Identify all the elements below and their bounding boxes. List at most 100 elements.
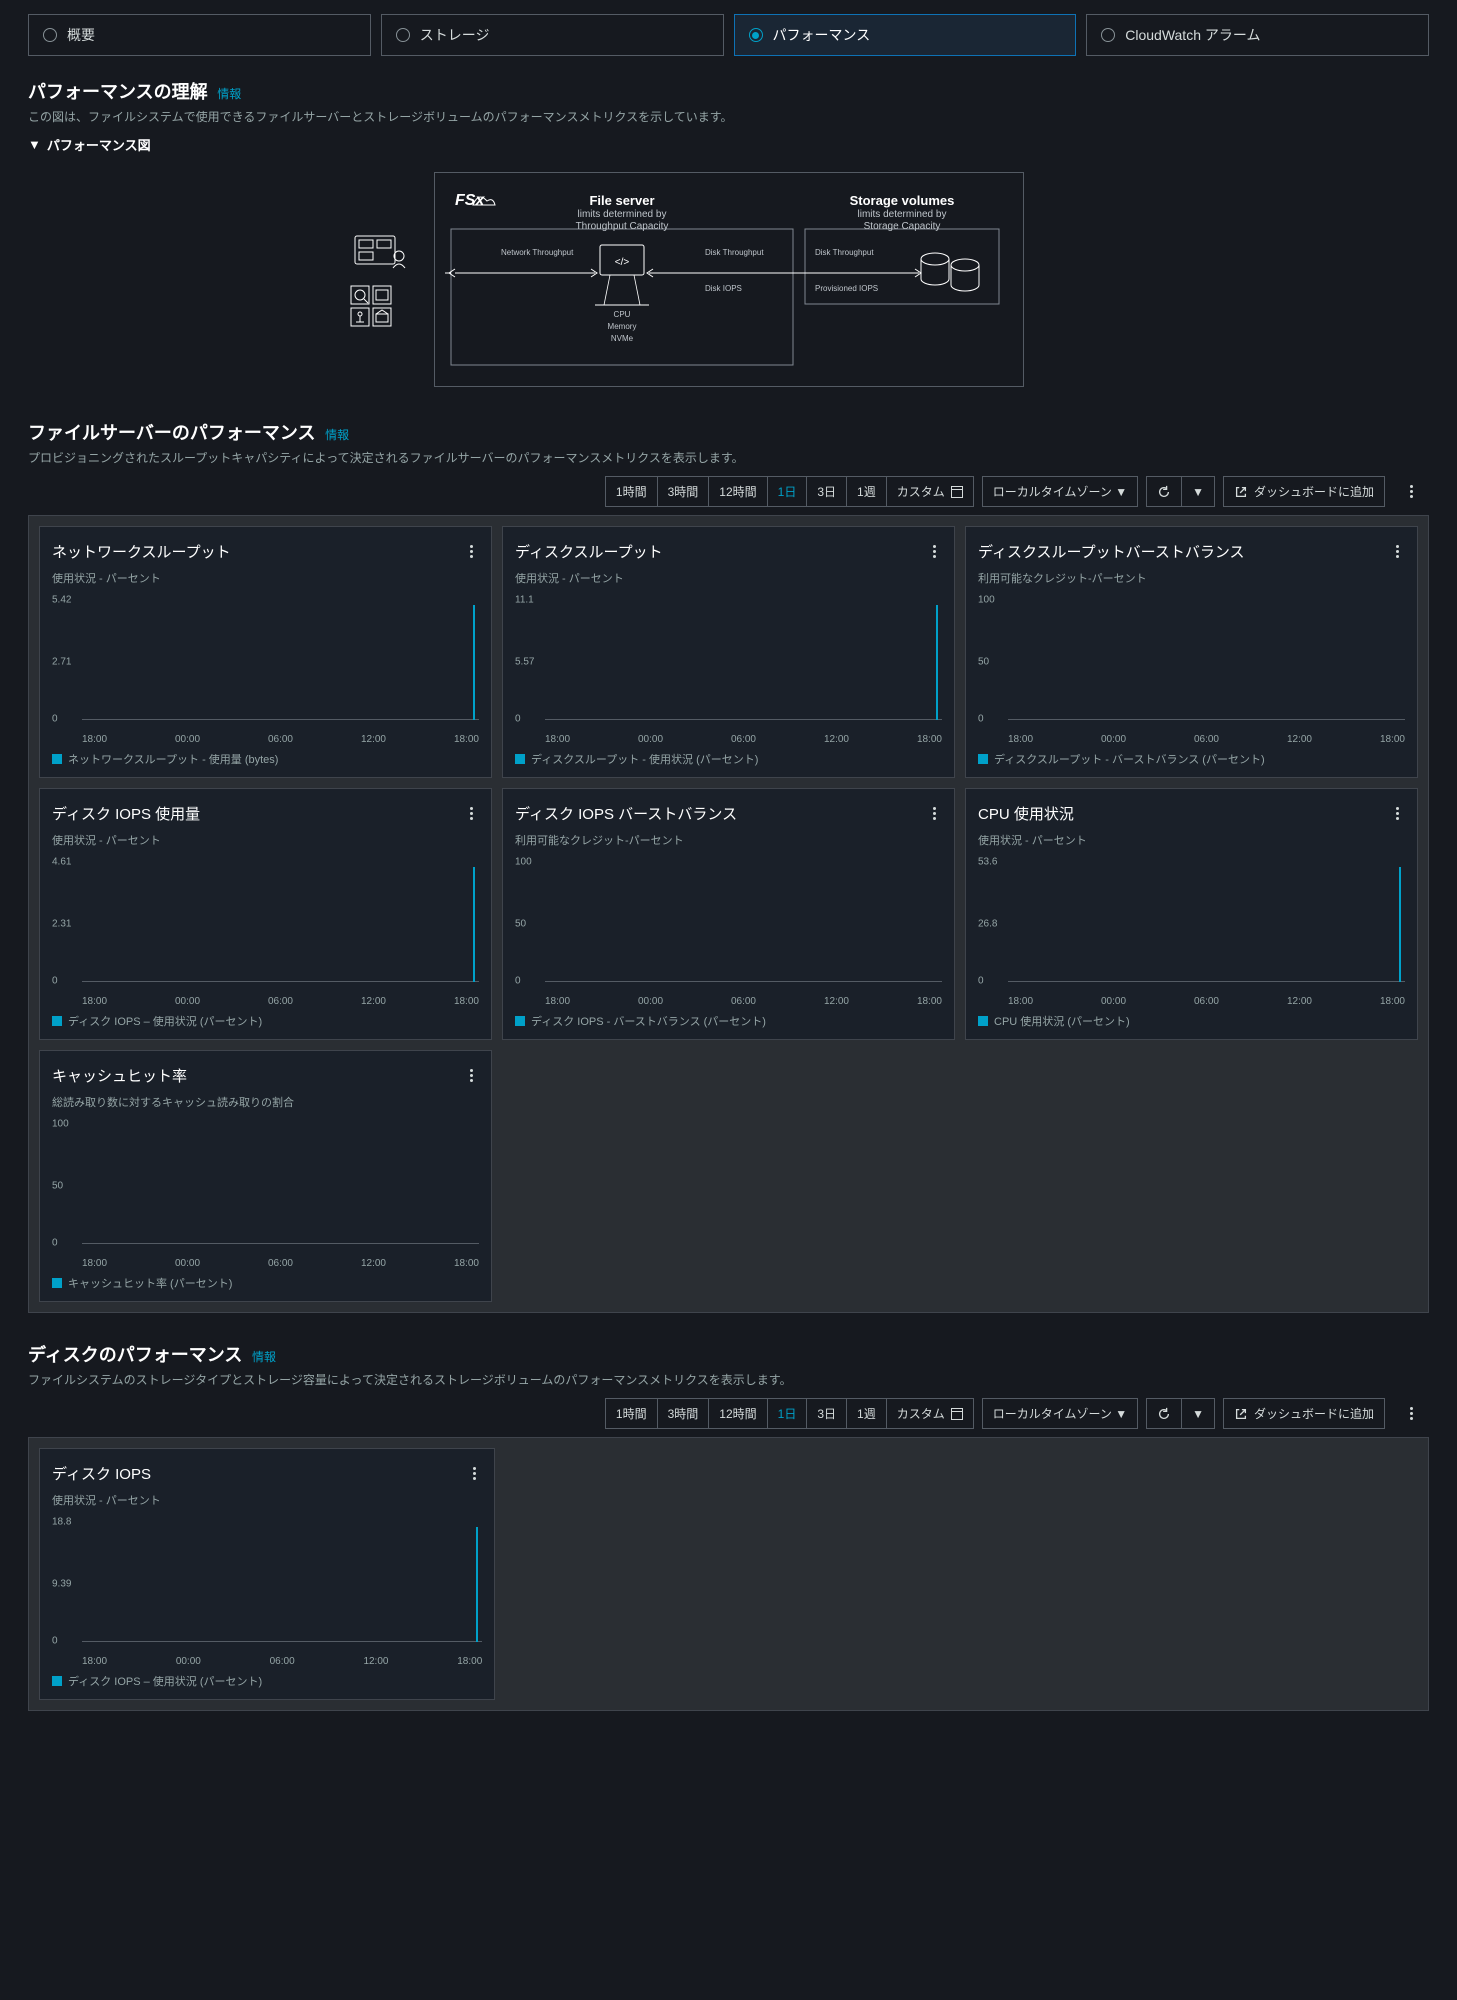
data-spike <box>1399 867 1401 982</box>
range-3d[interactable]: 3日 <box>806 477 846 506</box>
overflow-menu-button[interactable] <box>1393 1398 1429 1429</box>
refresh-group: ▼ <box>1146 476 1215 507</box>
chart-plot[interactable]: 100 50 0 <box>515 854 942 994</box>
range-3d[interactable]: 3日 <box>806 1399 846 1428</box>
radio-icon <box>43 28 57 42</box>
axis-line <box>82 1243 479 1244</box>
expander-performance-diagram[interactable]: ▼ パフォーマンス図 <box>28 135 1429 154</box>
tab-cloudwatch-alarms[interactable]: CloudWatch アラーム <box>1086 14 1429 56</box>
refresh-button[interactable] <box>1147 1399 1181 1428</box>
timezone-select[interactable]: ローカルタイムゾーン ▼ <box>982 476 1138 507</box>
refresh-button[interactable] <box>1147 477 1181 506</box>
chart-plot[interactable]: 11.1 5.57 0 <box>515 592 942 732</box>
chart-menu-button[interactable] <box>926 545 942 558</box>
tab-overview[interactable]: 概要 <box>28 14 371 56</box>
range-1h[interactable]: 1時間 <box>606 477 657 506</box>
svg-text:Storage volumes: Storage volumes <box>849 193 954 208</box>
chart-plot[interactable]: 53.6 26.8 0 <box>978 854 1405 994</box>
tab-storage[interactable]: ストレージ <box>381 14 724 56</box>
y-tick: 0 <box>515 714 521 725</box>
add-dashboard-button[interactable]: ダッシュボードに追加 <box>1223 476 1385 507</box>
section-title: ディスクのパフォーマンス <box>28 1345 242 1365</box>
chart-subtitle: 利用可能なクレジット-パーセント <box>515 832 942 848</box>
svg-text:Disk Throughput: Disk Throughput <box>815 248 874 257</box>
info-link[interactable]: 情報 <box>325 428 349 442</box>
x-tick: 12:00 <box>361 1258 386 1269</box>
chart-subtitle: 使用状況 - パーセント <box>52 570 479 586</box>
x-tick: 18:00 <box>454 734 479 745</box>
tabs-row: 概要 ストレージ パフォーマンス CloudWatch アラーム <box>28 14 1429 56</box>
range-1h[interactable]: 1時間 <box>606 1399 657 1428</box>
chart-plot[interactable]: 100 50 0 <box>52 1116 479 1256</box>
y-tick: 2.71 <box>52 657 71 668</box>
y-tick: 18.8 <box>52 1517 71 1528</box>
external-icon <box>1234 1407 1248 1421</box>
range-3h[interactable]: 3時間 <box>657 1399 709 1428</box>
range-1d[interactable]: 1日 <box>767 477 807 506</box>
x-tick: 06:00 <box>1194 734 1219 745</box>
legend-label: CPU 使用状況 (パーセント) <box>994 1013 1130 1029</box>
y-tick: 2.31 <box>52 919 71 930</box>
section-desc: この図は、ファイルシステムで使用できるファイルサーバーとストレージボリュームのパ… <box>28 108 1429 125</box>
section-desc: ファイルシステムのストレージタイプとストレージ容量によって決定されるストレージボ… <box>28 1371 1429 1388</box>
refresh-menu-button[interactable]: ▼ <box>1181 477 1214 506</box>
range-custom[interactable]: カスタム <box>886 477 973 506</box>
tab-performance[interactable]: パフォーマンス <box>734 14 1077 56</box>
range-1w[interactable]: 1週 <box>846 1399 886 1428</box>
x-tick: 18:00 <box>917 996 942 1007</box>
legend-label: ネットワークスループット - 使用量 (bytes) <box>68 751 278 767</box>
range-3h[interactable]: 3時間 <box>657 477 709 506</box>
x-tick: 06:00 <box>268 1258 293 1269</box>
chart-menu-button[interactable] <box>463 545 479 558</box>
range-1w[interactable]: 1週 <box>846 477 886 506</box>
section-disk-header: ディスクのパフォーマンス 情報 <box>28 1341 1429 1367</box>
range-1d[interactable]: 1日 <box>767 1399 807 1428</box>
chart-menu-button[interactable] <box>463 1069 479 1082</box>
svg-text:CPU: CPU <box>613 310 630 319</box>
chart-plot[interactable]: 4.61 2.31 0 <box>52 854 479 994</box>
chart-card: キャッシュヒット率 総読み取り数に対するキャッシュ読み取りの割合 100 50 … <box>39 1050 492 1302</box>
chart-plot[interactable]: 100 50 0 <box>978 592 1405 732</box>
info-link[interactable]: 情報 <box>252 1350 276 1364</box>
chart-menu-button[interactable] <box>1389 807 1405 820</box>
refresh-menu-button[interactable]: ▼ <box>1181 1399 1214 1428</box>
x-tick: 18:00 <box>82 1656 107 1667</box>
x-tick: 00:00 <box>175 996 200 1007</box>
chart-card: ディスクスループットバーストバランス 利用可能なクレジット-パーセント 100 … <box>965 526 1418 778</box>
caret-down-icon: ▼ <box>1192 485 1204 499</box>
external-icon <box>1234 485 1248 499</box>
chart-legend: ネットワークスループット - 使用量 (bytes) <box>52 751 479 767</box>
chart-menu-button[interactable] <box>463 807 479 820</box>
legend-label: ディスク IOPS - バーストバランス (パーセント) <box>531 1013 766 1029</box>
y-tick: 5.57 <box>515 657 534 668</box>
x-tick: 06:00 <box>268 996 293 1007</box>
caret-down-icon: ▼ <box>1192 1407 1204 1421</box>
timezone-select[interactable]: ローカルタイムゾーン ▼ <box>982 1398 1138 1429</box>
legend-swatch <box>978 1016 988 1026</box>
x-tick: 06:00 <box>731 996 756 1007</box>
range-12h[interactable]: 12時間 <box>708 477 766 506</box>
chart-subtitle: 使用状況 - パーセント <box>52 1492 482 1508</box>
data-spike <box>473 605 475 720</box>
chart-menu-button[interactable] <box>926 807 942 820</box>
info-link[interactable]: 情報 <box>217 87 241 101</box>
chart-title: ディスク IOPS <box>52 1463 151 1484</box>
chart-menu-button[interactable] <box>466 1467 482 1480</box>
range-12h[interactable]: 12時間 <box>708 1399 766 1428</box>
x-tick: 12:00 <box>361 996 386 1007</box>
chart-subtitle: 使用状況 - パーセント <box>978 832 1405 848</box>
legend-swatch <box>52 1016 62 1026</box>
range-custom[interactable]: カスタム <box>886 1399 973 1428</box>
chart-card: ディスクスループット 使用状況 - パーセント 11.1 5.57 0 18:0… <box>502 526 955 778</box>
chart-menu-button[interactable] <box>1389 545 1405 558</box>
axis-line <box>82 719 479 720</box>
expander-label: パフォーマンス図 <box>47 135 151 154</box>
legend-swatch <box>52 754 62 764</box>
x-tick: 18:00 <box>454 1258 479 1269</box>
y-tick: 0 <box>978 714 984 725</box>
chart-plot[interactable]: 18.8 9.39 0 <box>52 1514 482 1654</box>
overflow-menu-button[interactable] <box>1393 476 1429 507</box>
chart-legend: ディスク IOPS - バーストバランス (パーセント) <box>515 1013 942 1029</box>
add-dashboard-button[interactable]: ダッシュボードに追加 <box>1223 1398 1385 1429</box>
chart-plot[interactable]: 5.42 2.71 0 <box>52 592 479 732</box>
